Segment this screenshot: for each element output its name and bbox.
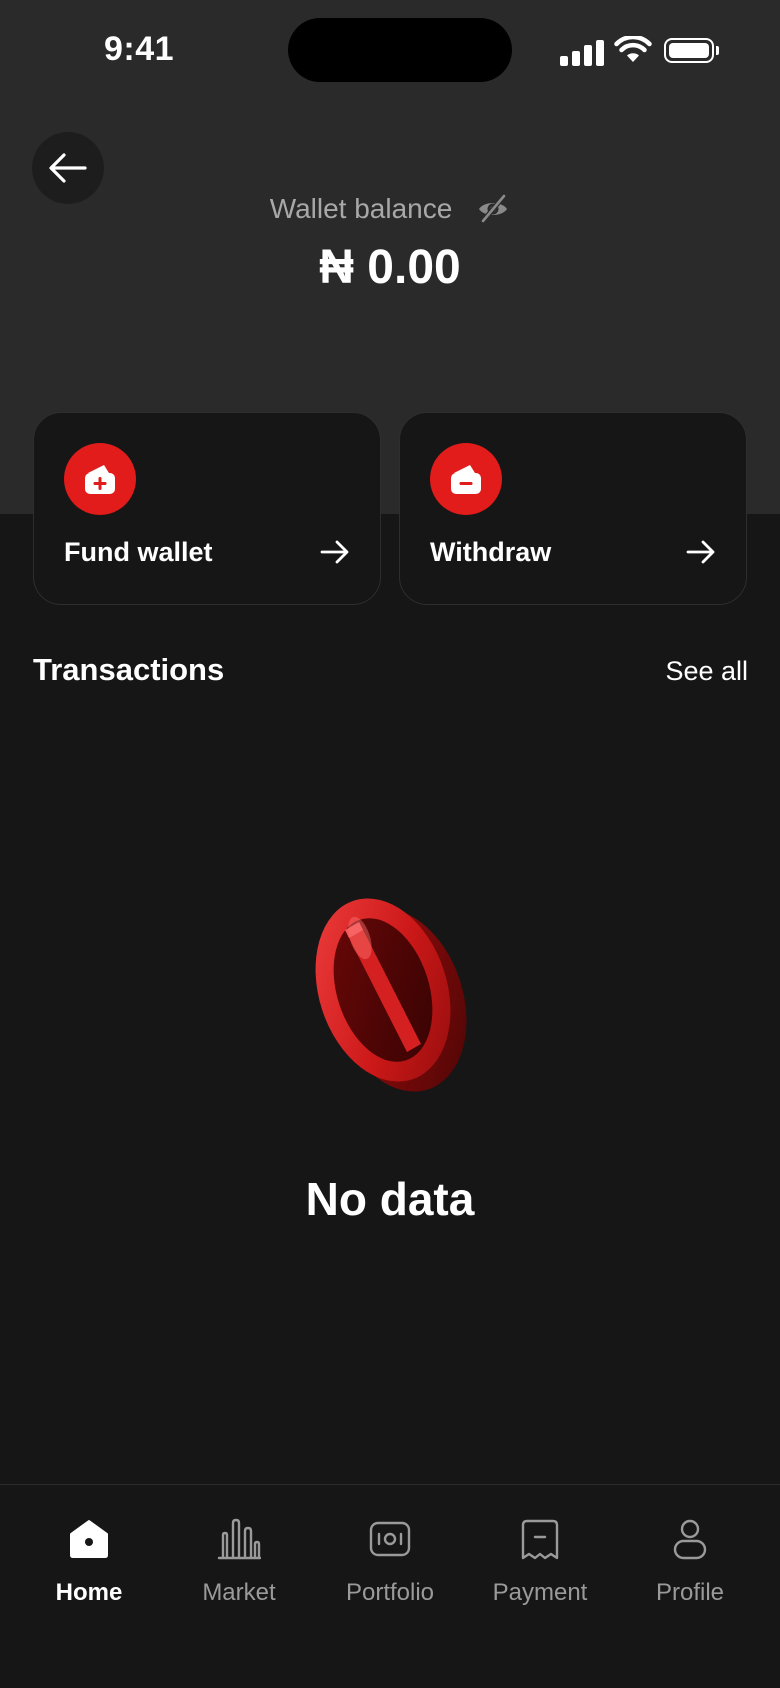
dynamic-island [288, 18, 512, 82]
portfolio-icon [366, 1515, 414, 1563]
market-icon [215, 1515, 263, 1563]
tab-portfolio[interactable]: Portfolio [315, 1515, 465, 1625]
withdraw-label: Withdraw [430, 537, 552, 567]
status-bar: 9:41 [0, 0, 780, 100]
arrow-right-icon [320, 540, 349, 564]
cellular-signal-icon [560, 56, 568, 66]
balance-label-row: Wallet balance [0, 192, 780, 226]
profile-icon [666, 1515, 714, 1563]
arrow-left-icon [49, 153, 87, 183]
no-data-icon [315, 898, 467, 1092]
eye-off-icon[interactable] [476, 192, 510, 226]
tab-payment-label: Payment [492, 1579, 588, 1606]
transactions-title: Transactions [33, 652, 225, 687]
withdraw-badge [430, 443, 502, 515]
balance-label: Wallet balance [269, 193, 453, 224]
fund-wallet-label: Fund wallet [64, 537, 213, 567]
tab-bar: Home Market Portfolio Payment Profile [0, 1484, 780, 1688]
wallet-minus-icon [451, 465, 481, 494]
tab-profile[interactable]: Profile [615, 1515, 765, 1625]
battery-icon [664, 38, 719, 63]
tab-home-label: Home [55, 1579, 123, 1606]
balance-amount: ₦ 0.00 [319, 241, 461, 294]
tab-payment[interactable]: Payment [465, 1515, 615, 1625]
tab-portfolio-label: Portfolio [345, 1579, 435, 1606]
home-icon [65, 1515, 113, 1563]
tab-market[interactable]: Market [164, 1515, 314, 1625]
payment-icon [516, 1515, 564, 1563]
tab-profile-label: Profile [655, 1579, 725, 1606]
tab-market-label: Market [202, 1579, 276, 1606]
status-time: 9:41 [104, 30, 175, 68]
tab-home[interactable]: Home [14, 1515, 164, 1625]
fund-wallet-badge [64, 443, 136, 515]
arrow-right-icon [686, 540, 715, 564]
withdraw-card[interactable]: Withdraw [399, 412, 747, 605]
wifi-icon [614, 36, 652, 62]
no-data-text: No data [305, 1173, 475, 1225]
status-icons [560, 36, 720, 66]
see-all-link[interactable]: See all [665, 656, 748, 687]
fund-wallet-card[interactable]: Fund wallet [33, 412, 381, 605]
wallet-plus-icon [85, 465, 115, 494]
